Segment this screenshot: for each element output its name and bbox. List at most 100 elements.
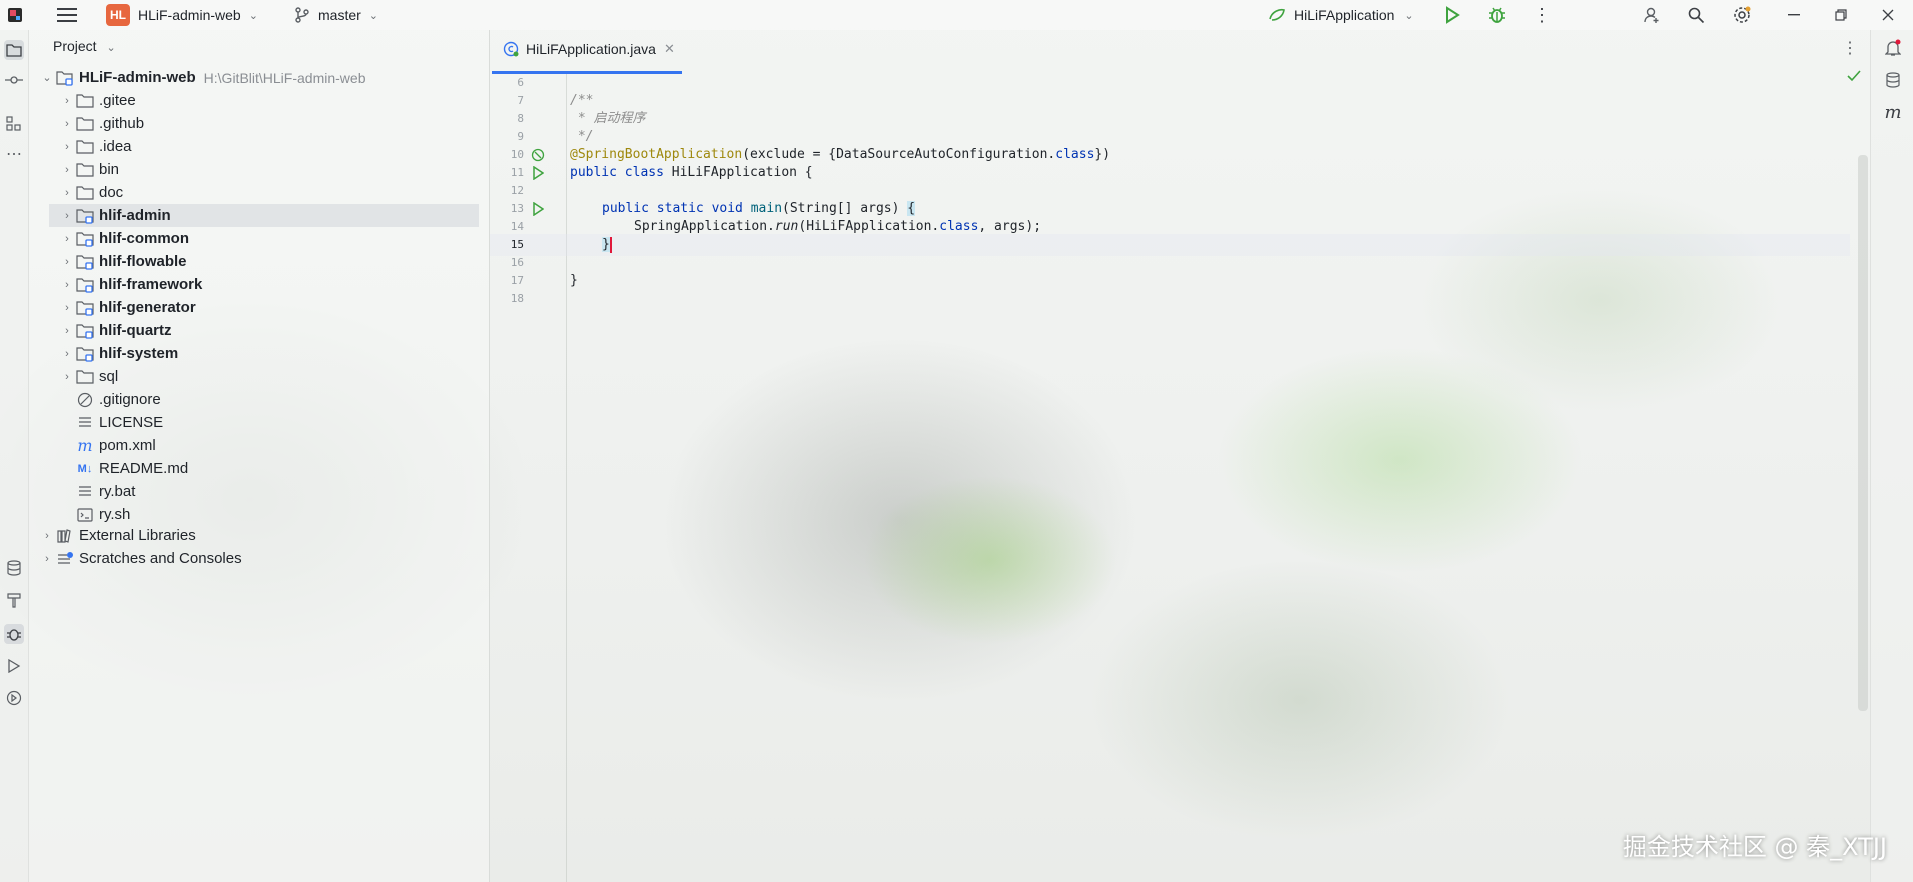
- project-selector[interactable]: HL HLiF-admin-web ⌄: [106, 0, 258, 30]
- tree-item[interactable]: › hlif-framework: [39, 273, 202, 296]
- project-panel-header[interactable]: Project ⌄: [53, 38, 116, 54]
- collapsed-arrow-icon[interactable]: ›: [59, 164, 75, 176]
- collapsed-arrow-icon[interactable]: ›: [59, 371, 75, 383]
- structure-icon[interactable]: [4, 114, 24, 134]
- tree-item[interactable]: › .idea: [39, 135, 131, 158]
- branch-selector[interactable]: master ⌄: [294, 0, 378, 30]
- tree-item[interactable]: › hlif-common: [39, 227, 189, 250]
- collapsed-arrow-icon[interactable]: ›: [59, 348, 75, 360]
- chevron-down-icon: ⌄: [368, 9, 379, 22]
- tree-item[interactable]: m pom.xml: [39, 434, 155, 457]
- right-tool-window-bar: m: [1870, 30, 1913, 882]
- code-token: SpringApplication.: [634, 219, 775, 234]
- tree-item[interactable]: LICENSE: [39, 411, 163, 434]
- watermark: 掘金技术社区 @ 秦_XTJJ: [1622, 833, 1887, 861]
- tree-item[interactable]: › sql: [39, 365, 118, 388]
- text-caret: [609, 236, 612, 253]
- collapsed-arrow-icon[interactable]: ›: [59, 256, 75, 268]
- tree-root[interactable]: ⌄ HLiF-admin-web H:\GitBlit\HLiF-admin-w…: [39, 66, 365, 89]
- code-line-18[interactable]: 18: [490, 288, 1850, 310]
- chevron-down-icon: ⌄: [248, 9, 258, 22]
- tree-item[interactable]: › hlif-system: [39, 342, 178, 365]
- tree-item-label: hlif-flowable: [99, 253, 187, 270]
- collapsed-arrow-icon[interactable]: ›: [59, 141, 75, 153]
- tree-item[interactable]: M↓ README.md: [39, 457, 189, 480]
- commit-icon[interactable]: [4, 70, 24, 90]
- maven-icon[interactable]: m: [1883, 102, 1903, 123]
- spring-bean-gutter-icon[interactable]: [530, 147, 546, 163]
- expanded-arrow-icon[interactable]: ⌄: [39, 71, 55, 84]
- tree-item[interactable]: › hlif-admin: [49, 204, 479, 227]
- tree-item[interactable]: › hlif-flowable: [39, 250, 187, 273]
- tree-external-libraries[interactable]: › External Libraries: [39, 524, 196, 547]
- collapsed-arrow-icon[interactable]: ›: [59, 325, 75, 337]
- tree-item[interactable]: › hlif-quartz: [39, 319, 171, 342]
- shell-script-icon: [75, 506, 95, 524]
- database-icon[interactable]: [4, 558, 24, 578]
- tree-item-label: ry.bat: [99, 483, 136, 500]
- module-folder-icon: [75, 299, 95, 317]
- main-menu-icon[interactable]: [56, 4, 78, 26]
- collapsed-arrow-icon[interactable]: ›: [59, 187, 75, 199]
- tree-scratches[interactable]: › Scratches and Consoles: [39, 547, 241, 570]
- minimize-icon[interactable]: [1784, 5, 1804, 25]
- code-token: (exclude = {DataSourceAutoConfiguration.: [742, 147, 1056, 162]
- tab-hilif-application[interactable]: HiLiFApplication.java ✕: [496, 36, 681, 62]
- collapsed-arrow-icon[interactable]: ›: [59, 279, 75, 291]
- tree-item[interactable]: ry.sh: [39, 503, 130, 526]
- run-tool-icon[interactable]: [4, 656, 24, 676]
- notifications-bell-icon[interactable]: [1883, 38, 1903, 58]
- tree-item[interactable]: › doc: [39, 181, 123, 204]
- collapsed-arrow-icon[interactable]: ›: [59, 302, 75, 314]
- collapsed-arrow-icon[interactable]: ›: [39, 530, 55, 542]
- tree-item[interactable]: › hlif-generator: [39, 296, 196, 319]
- collapsed-arrow-icon[interactable]: ›: [39, 553, 55, 565]
- code-token: }): [1094, 147, 1111, 162]
- external-libraries-label: External Libraries: [79, 527, 196, 544]
- add-user-icon[interactable]: [1642, 5, 1662, 25]
- maximize-icon[interactable]: [1831, 5, 1851, 25]
- more-tools-icon[interactable]: ⋯: [4, 144, 24, 164]
- tree-item-label: hlif-system: [99, 345, 179, 362]
- chevron-down-icon: ⌄: [106, 42, 116, 54]
- more-actions-icon[interactable]: ⋮: [1532, 5, 1552, 25]
- collapsed-arrow-icon[interactable]: ›: [59, 233, 75, 245]
- services-icon[interactable]: [4, 688, 24, 708]
- inspection-ok-icon[interactable]: [1846, 68, 1862, 84]
- matched-brace: {: [907, 201, 916, 216]
- tree-item[interactable]: › bin: [39, 158, 119, 181]
- editor-scrollbar[interactable]: [1858, 155, 1868, 711]
- debug-icon[interactable]: [1487, 5, 1507, 25]
- tab-close-icon[interactable]: ✕: [664, 41, 675, 57]
- run-gutter-icon[interactable]: [530, 165, 546, 181]
- collapsed-arrow-icon[interactable]: ›: [59, 210, 75, 222]
- close-icon[interactable]: [1878, 5, 1898, 25]
- tab-label: HiLiFApplication.java: [526, 41, 656, 57]
- project-tool-window: Project ⌄ ⌄ HLiF-admin-web H:\GitBlit\HL…: [29, 30, 490, 882]
- tree-item-label: hlif-generator: [99, 299, 196, 316]
- tree-item-label: doc: [99, 184, 124, 201]
- run-icon[interactable]: [1442, 5, 1462, 25]
- editor-options-icon[interactable]: ⋮: [1840, 38, 1860, 58]
- collapsed-arrow-icon[interactable]: ›: [59, 118, 75, 130]
- debug-tool-icon[interactable]: [4, 624, 24, 644]
- project-folder-icon[interactable]: [4, 40, 24, 60]
- code-editor[interactable]: 6 7 /** 8 * 启动程序 9 */ 10 @SpringBootAppl…: [490, 70, 1870, 882]
- folder-icon: [75, 184, 95, 202]
- run-gutter-icon[interactable]: [530, 201, 546, 217]
- left-tool-window-bar: ⋯: [0, 30, 29, 882]
- run-config-selector[interactable]: HiLiFApplication ⌄: [1268, 0, 1414, 30]
- annotation: @SpringBootApplication: [570, 147, 743, 162]
- tree-item[interactable]: ry.bat: [39, 480, 135, 503]
- search-icon[interactable]: [1686, 5, 1706, 25]
- collapsed-arrow-icon[interactable]: ›: [59, 95, 75, 107]
- app-logo-icon: [6, 6, 24, 24]
- tree-item[interactable]: › .gitee: [39, 89, 136, 112]
- database-icon[interactable]: [1883, 70, 1903, 90]
- tree-item[interactable]: .gitignore: [39, 388, 161, 411]
- tree-item[interactable]: › .github: [39, 112, 144, 135]
- module-folder-icon: [75, 253, 95, 271]
- tree-item-label: hlif-common: [99, 230, 189, 247]
- settings-gear-icon[interactable]: [1732, 5, 1752, 25]
- build-hammer-icon[interactable]: [4, 590, 24, 610]
